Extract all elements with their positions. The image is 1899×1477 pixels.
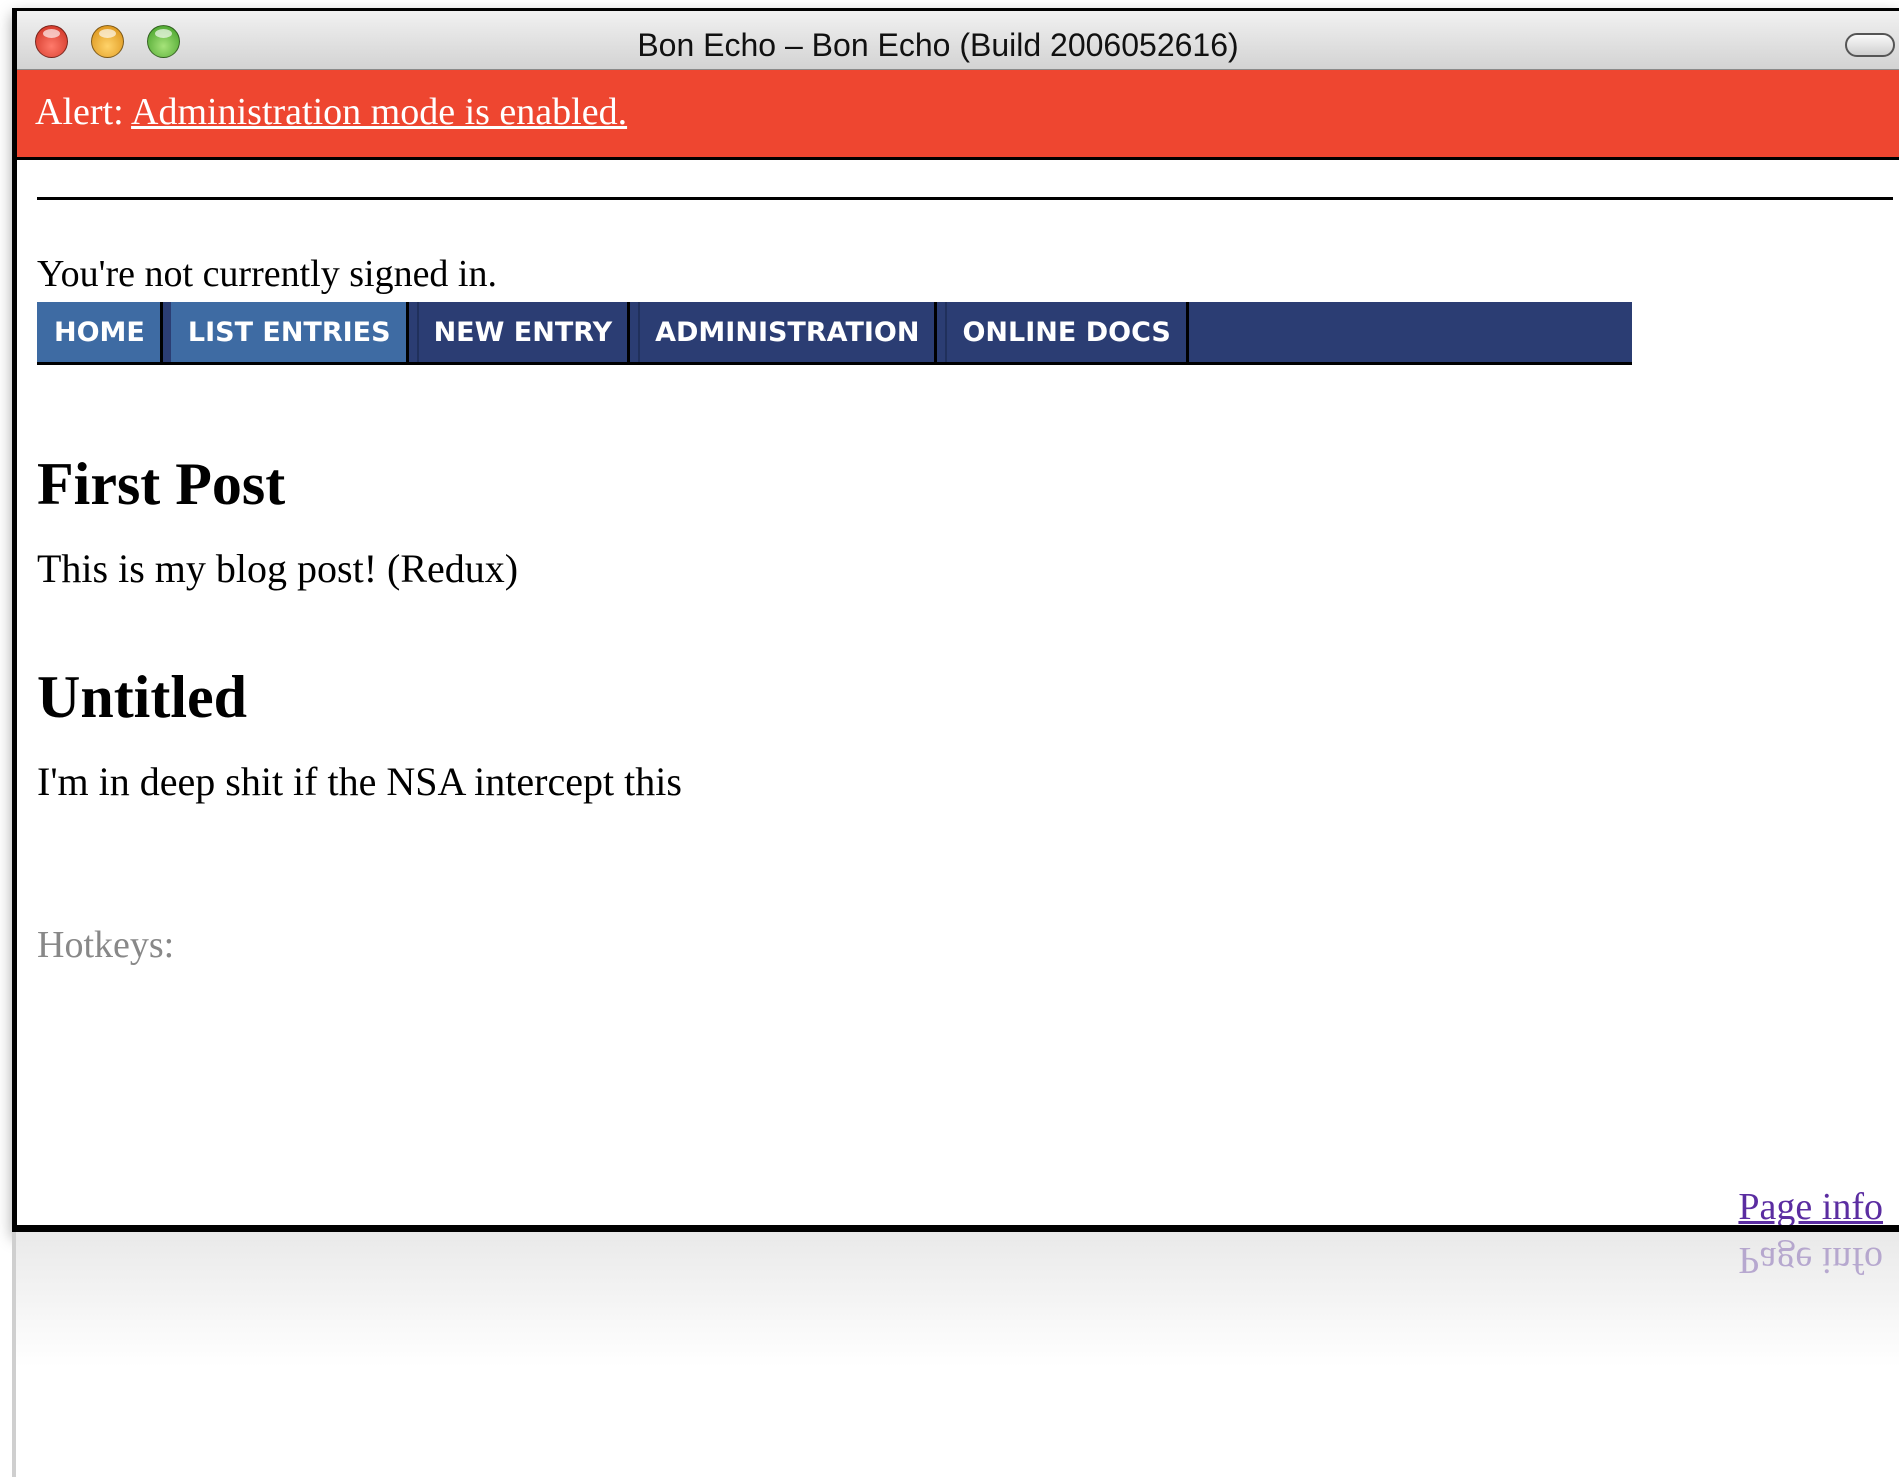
toolbar-toggle-button[interactable] <box>1845 33 1895 57</box>
post-body: I'm in deep shit if the NSA intercept th… <box>37 759 682 804</box>
tab-administration[interactable]: ADMINISTRATION <box>638 302 938 362</box>
window-reflection: Page info <box>12 1232 1899 1477</box>
admin-mode-link[interactable]: Administration mode is enabled. <box>131 91 627 133</box>
tab-home[interactable]: HOME <box>37 302 163 362</box>
post-body: This is my blog post! (Redux) <box>37 546 519 591</box>
window-title: Bon Echo – Bon Echo (Build 2006052616) <box>637 27 1239 63</box>
tab-online-docs[interactable]: ONLINE DOCS <box>945 302 1189 362</box>
hotkeys-label: Hotkeys: <box>37 924 175 966</box>
main-nav: HOME LIST ENTRIES NEW ENTRY ADMINISTRATI… <box>37 302 1632 365</box>
page-content: Alert: Administration mode is enabled. Y… <box>17 70 1899 1225</box>
signin-status: You're not currently signed in. <box>37 253 497 295</box>
horizontal-rule <box>37 197 1893 200</box>
tab-new-entry[interactable]: NEW ENTRY <box>416 302 631 362</box>
page-info-link[interactable]: Page info <box>1738 1185 1883 1225</box>
browser-window: Bon Echo – Bon Echo (Build 2006052616) A… <box>12 8 1899 1232</box>
tab-list-entries[interactable]: LIST ENTRIES <box>170 302 409 362</box>
title-bar[interactable]: Bon Echo – Bon Echo (Build 2006052616) <box>17 11 1899 70</box>
page-info-reflection: Page info <box>1738 1239 1883 1281</box>
alert-banner: Alert: Administration mode is enabled. <box>17 70 1899 160</box>
alert-prefix: Alert: <box>35 91 124 133</box>
post-title: First Post <box>37 451 286 517</box>
post-title: Untitled <box>37 664 247 730</box>
